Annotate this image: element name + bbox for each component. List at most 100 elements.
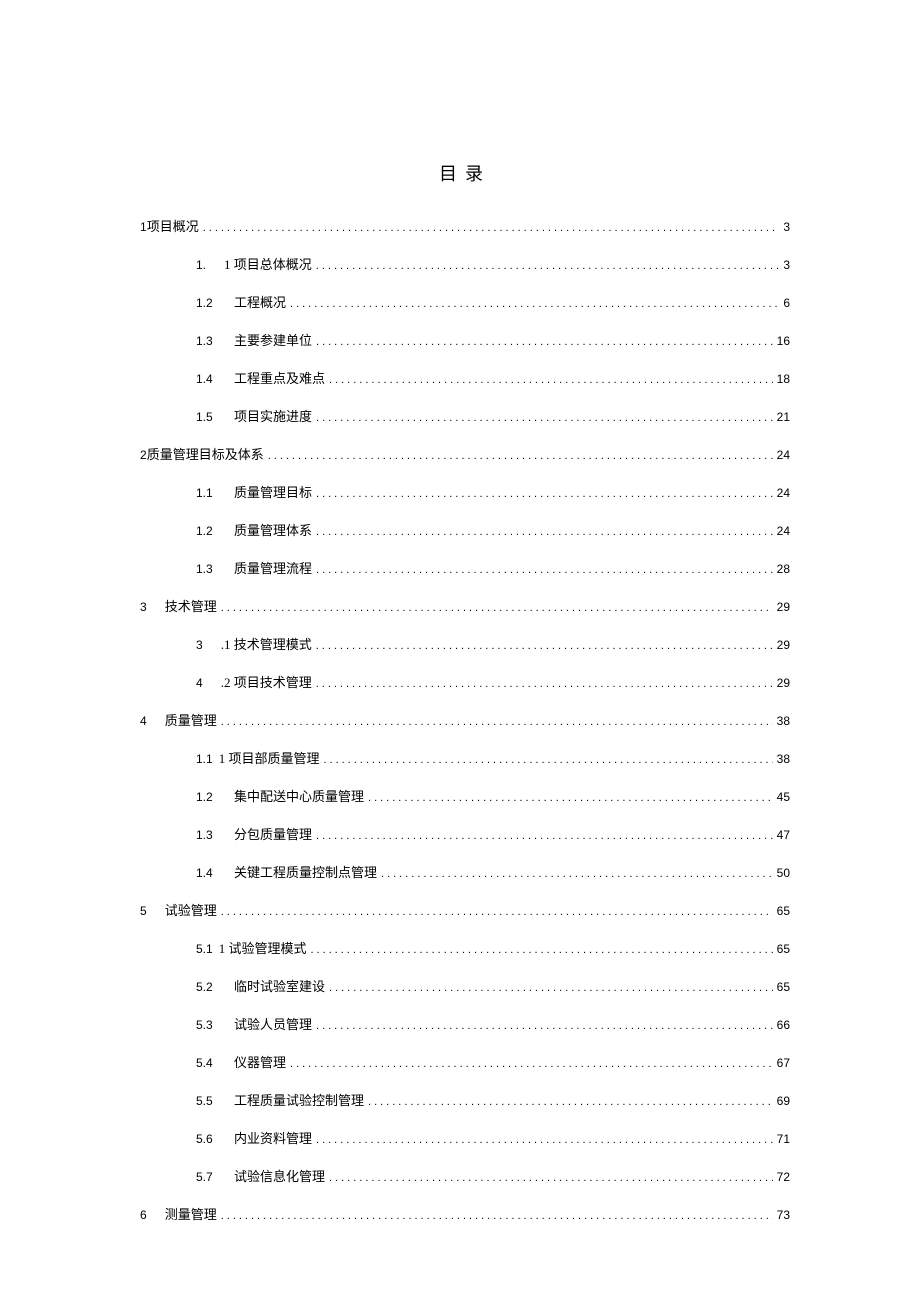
toc-entry: 1.2集中配送中心质量管理...........................… — [196, 790, 790, 804]
toc-leader-dots: ........................................… — [329, 983, 773, 994]
toc-title: 目录 — [140, 160, 790, 186]
toc-entry-number: 5 — [140, 905, 147, 917]
toc-entry-page: 29 — [777, 677, 790, 689]
toc-leader-dots: ........................................… — [329, 1173, 773, 1184]
toc-leader-dots: ........................................… — [368, 1097, 773, 1108]
toc-entry: 5.11 试验管理模式.............................… — [196, 942, 790, 956]
toc-entry-page: 65 — [777, 905, 790, 917]
toc-entry-page: 24 — [777, 525, 790, 537]
toc-entry-number: 1.2 — [196, 525, 228, 537]
toc-entry: 5.3试验人员管理...............................… — [196, 1018, 790, 1032]
toc-entry-label: 质量管理 — [165, 714, 217, 727]
toc-entry-number: 4 — [196, 677, 203, 689]
toc-entry-number: 1.2 — [196, 791, 228, 803]
toc-entry-number: 2 — [140, 449, 147, 461]
toc-entry-label: 技术管理 — [165, 600, 217, 613]
toc-entry-label: 质量管理体系 — [234, 524, 312, 537]
toc-entry: 1项目概况...................................… — [140, 220, 790, 234]
toc-entry-label: 项目实施进度 — [234, 410, 312, 423]
toc-leader-dots: ........................................… — [316, 1021, 773, 1032]
toc-entry-number: 1. — [196, 259, 206, 271]
toc-entry-number: 1.4 — [196, 867, 228, 879]
toc-entry: 1.3质量管理流程...............................… — [196, 562, 790, 576]
toc-entry-page: 45 — [777, 791, 790, 803]
toc-entry: 1.3 主要参建单位...............................… — [196, 334, 790, 348]
toc-leader-dots: ........................................… — [290, 299, 779, 310]
toc-entry-page: 50 — [777, 867, 790, 879]
toc-leader-dots: ........................................… — [316, 1135, 773, 1146]
toc-entry-number: 5.3 — [196, 1019, 228, 1031]
toc-entry-number: 1 — [140, 221, 147, 233]
toc-leader-dots: ........................................… — [316, 489, 773, 500]
toc-entry-number: 3 — [140, 601, 147, 613]
toc-leader-dots: ........................................… — [316, 337, 773, 348]
toc-entry-page: 47 — [777, 829, 790, 841]
toc-entry-label: 项目概况 — [147, 220, 199, 233]
toc-entry-page: 72 — [777, 1171, 790, 1183]
toc-entry-number: 1.4 — [196, 373, 228, 385]
toc-entry-page: 66 — [777, 1019, 790, 1031]
toc-entry-number: 1.1 — [196, 753, 213, 765]
toc-entry-page: 6 — [783, 297, 790, 309]
toc-leader-dots: ........................................… — [316, 261, 780, 272]
toc-leader-dots: ........................................… — [329, 375, 773, 386]
toc-leader-dots: ........................................… — [203, 223, 780, 234]
toc-leader-dots: ........................................… — [221, 603, 773, 614]
toc-entry-page: 38 — [777, 715, 790, 727]
toc-leader-dots: ........................................… — [323, 755, 772, 766]
toc-entry-label: 工程质量试验控制管理 — [234, 1094, 364, 1107]
toc-entry: 1.1质量管理目标...............................… — [196, 486, 790, 500]
toc-leader-dots: ........................................… — [316, 413, 773, 424]
toc-entry-number: 5.6 — [196, 1133, 228, 1145]
toc-entry-page: 3 — [783, 221, 790, 233]
toc-leader-dots: ........................................… — [310, 945, 772, 956]
toc-entry-page: 69 — [777, 1095, 790, 1107]
toc-entry-label: 1 项目部质量管理 — [219, 752, 320, 765]
toc-leader-dots: ........................................… — [221, 1211, 773, 1222]
toc-leader-dots: ........................................… — [368, 793, 773, 804]
toc-entry-number: 3 — [196, 639, 203, 651]
toc-entry: 1.4关键工程质量控制点管理..........................… — [196, 866, 790, 880]
toc-entry-number: 5.4 — [196, 1057, 228, 1069]
toc-entry: 4质量管理...................................… — [140, 714, 790, 728]
toc-entry-label: 质量管理流程 — [234, 562, 312, 575]
toc-entry-page: 38 — [777, 753, 790, 765]
toc-entry: 1.2质量管理体系...............................… — [196, 524, 790, 538]
toc-leader-dots: ........................................… — [221, 717, 773, 728]
toc-entry-number: 5.5 — [196, 1095, 228, 1107]
toc-container: 1项目概况...................................… — [140, 220, 790, 1222]
toc-entry-label: 试验信息化管理 — [234, 1170, 325, 1183]
toc-entry: 3 .1 技术管理模式..............................… — [196, 638, 790, 652]
toc-entry-label: 工程重点及难点 — [234, 372, 325, 385]
toc-entry-label: 临时试验室建设 — [234, 980, 325, 993]
toc-entry-page: 24 — [777, 487, 790, 499]
toc-entry-page: 67 — [777, 1057, 790, 1069]
toc-entry-page: 18 — [777, 373, 790, 385]
toc-entry-number: 1.2 — [196, 297, 228, 309]
toc-entry-label: 关键工程质量控制点管理 — [234, 866, 377, 879]
toc-entry: 5.2 临时试验室建设..............................… — [196, 980, 790, 994]
toc-entry-label: 内业资料管理 — [234, 1132, 312, 1145]
toc-entry: 5.4仪器管理.................................… — [196, 1056, 790, 1070]
toc-entry-page: 21 — [777, 411, 790, 423]
toc-leader-dots: ........................................… — [316, 641, 773, 652]
toc-leader-dots: ........................................… — [316, 565, 773, 576]
toc-entry-label: 工程概况 — [234, 296, 286, 309]
toc-entry-page: 73 — [777, 1209, 790, 1221]
toc-leader-dots: ........................................… — [316, 679, 773, 690]
toc-entry-number: 1.3 — [196, 335, 228, 347]
toc-entry-label: .1 技术管理模式 — [221, 638, 312, 651]
toc-entry-label: 1 试验管理模式 — [219, 942, 307, 955]
toc-entry: 5试验管理...................................… — [140, 904, 790, 918]
toc-entry-number: 5.7 — [196, 1171, 228, 1183]
toc-entry-label: 质量管理目标 — [234, 486, 312, 499]
toc-leader-dots: ........................................… — [268, 451, 773, 462]
toc-entry: 4 .2 项目技术管理..............................… — [196, 676, 790, 690]
toc-entry-label: .2 项目技术管理 — [221, 676, 312, 689]
toc-entry: 6测量管理...................................… — [140, 1208, 790, 1222]
toc-entry-number: 5.2 — [196, 981, 228, 993]
toc-entry-page: 29 — [777, 639, 790, 651]
toc-entry-number: 1.3 — [196, 829, 228, 841]
toc-entry: 1.1 1 项目部质量管理............................… — [196, 752, 790, 766]
toc-entry-label: 主要参建单位 — [234, 334, 312, 347]
